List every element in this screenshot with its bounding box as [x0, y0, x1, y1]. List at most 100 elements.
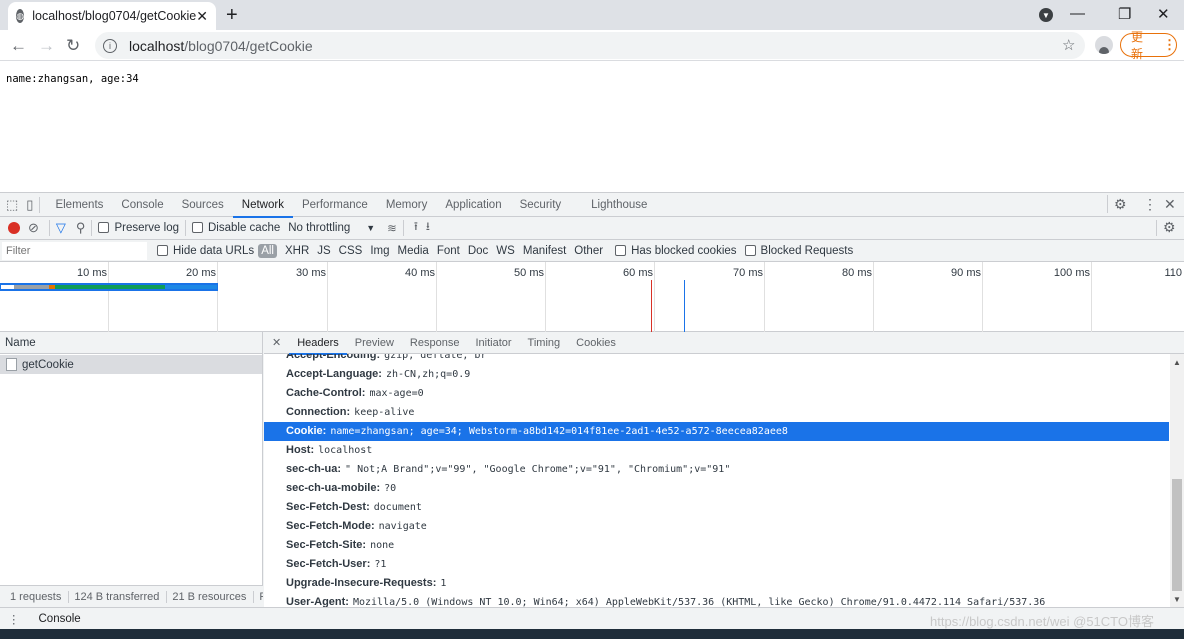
forward-icon[interactable]: → [38, 36, 55, 56]
drawer-tab-console[interactable]: Console [29, 607, 90, 632]
devtools-tab-network[interactable]: Network [232, 193, 294, 218]
record-icon[interactable] [8, 222, 20, 234]
reload-icon[interactable]: ↻ [66, 36, 80, 56]
header-value: name=zhangsan; age=34; Webstorm-a8bd142=… [330, 426, 788, 437]
import-har-icon[interactable]: ⭱ [414, 219, 418, 238]
devtools-tab-sources[interactable]: Sources [173, 193, 233, 217]
filter-type-ws[interactable]: WS [496, 245, 515, 257]
tick-label: 110 [1164, 267, 1182, 279]
media-control-icon[interactable]: ▼ [1039, 8, 1053, 22]
network-overview-timeline[interactable]: 10 ms 20 ms 30 ms 40 ms 50 ms 60 ms 70 m… [0, 262, 1184, 332]
more-options-icon[interactable]: ⋮ [1143, 196, 1157, 213]
hide-data-urls-checkbox[interactable]: Hide data URLs [157, 245, 254, 257]
tick-label: 70 ms [733, 267, 763, 279]
detail-tab-response[interactable]: Response [402, 332, 468, 354]
detail-tab-headers[interactable]: Headers [289, 332, 347, 355]
bookmark-star-icon[interactable]: ☆ [1062, 36, 1075, 54]
info-icon[interactable]: i [103, 38, 117, 53]
restore-button[interactable]: ❐ [1118, 5, 1131, 23]
devtools-tab-memory[interactable]: Memory [377, 193, 437, 217]
close-devtools-icon[interactable]: ✕ [1164, 196, 1176, 213]
header-row[interactable]: sec-ch-ua: " Not;A Brand";v="99", "Google… [264, 460, 1169, 479]
devtools-tab-application[interactable]: Application [436, 193, 510, 217]
filter-type-font[interactable]: Font [437, 245, 460, 257]
filter-type-doc[interactable]: Doc [468, 245, 488, 257]
headers-scrollbar[interactable]: ▲ ▼ [1170, 354, 1184, 607]
preserve-log-label: Preserve log [114, 222, 179, 234]
request-row[interactable]: getCookie [0, 355, 262, 374]
header-value: none [370, 540, 395, 551]
header-row[interactable]: Host: localhost [264, 441, 1169, 460]
network-summary-bar: 1 requests 124 B transferred 21 B resour… [0, 585, 263, 607]
filter-type-img[interactable]: Img [370, 245, 389, 257]
header-row[interactable]: Accept-Encoding: gzip, deflate, br [264, 354, 1169, 365]
filter-type-other[interactable]: Other [574, 245, 603, 257]
devtools-tab-elements[interactable]: Elements [46, 193, 112, 217]
devtools-tab-console[interactable]: Console [112, 193, 172, 217]
header-row[interactable]: Cookie: name=zhangsan; age=34; Webstorm-a… [264, 422, 1169, 441]
update-button[interactable]: 更新 ⋮ [1120, 30, 1177, 61]
close-window-button[interactable]: ✕ [1157, 5, 1170, 23]
detail-tab-preview[interactable]: Preview [347, 332, 402, 354]
devtools-tab-lighthouse[interactable]: Lighthouse [582, 193, 656, 217]
clear-icon[interactable]: ⊘ [28, 220, 39, 236]
minimize-button[interactable]: — [1070, 5, 1085, 22]
has-blocked-cookies-checkbox[interactable]: Has blocked cookies [615, 245, 737, 257]
load-event-marker [651, 280, 652, 332]
summary-resources: 21 B resources [167, 590, 255, 603]
filter-type-xhr[interactable]: XHR [285, 245, 309, 257]
address-bar[interactable]: i localhost/blog0704/getCookie [95, 32, 1085, 59]
new-tab-button[interactable]: + [226, 4, 238, 27]
close-tab-icon[interactable]: ✕ [196, 8, 208, 25]
inspect-element-icon[interactable]: ⬚ [6, 197, 18, 213]
settings-gear-icon[interactable]: ⚙ [1114, 196, 1127, 213]
name-column-header[interactable]: Name [0, 332, 262, 354]
tick-label: 20 ms [186, 267, 216, 279]
header-key: Sec-Fetch-Dest: [286, 501, 370, 513]
header-row[interactable]: Upgrade-Insecure-Requests: 1 [264, 574, 1169, 593]
device-toolbar-icon[interactable]: ▯ [26, 197, 33, 213]
header-row[interactable]: Sec-Fetch-Dest: document [264, 498, 1169, 517]
filter-input[interactable] [2, 241, 147, 260]
request-detail-panel: ✕ Headers Preview Response Initiator Tim… [264, 332, 1184, 607]
search-icon[interactable]: ⚲ [76, 220, 86, 236]
header-row[interactable]: Accept-Language: zh-CN,zh;q=0.9 [264, 365, 1169, 384]
detail-tab-timing[interactable]: Timing [520, 332, 569, 354]
detail-tab-initiator[interactable]: Initiator [467, 332, 519, 354]
network-conditions-icon[interactable]: ≋ [387, 221, 397, 235]
header-row[interactable]: sec-ch-ua-mobile: ?0 [264, 479, 1169, 498]
header-row[interactable]: Sec-Fetch-User: ?1 [264, 555, 1169, 574]
devtools-tab-security[interactable]: Security [511, 193, 571, 217]
header-key: Cookie: [286, 425, 327, 437]
filter-type-all[interactable]: All [258, 243, 277, 258]
devtools-tab-performance[interactable]: Performance [293, 193, 377, 217]
filter-type-manifest[interactable]: Manifest [523, 245, 566, 257]
filter-type-js[interactable]: JS [317, 245, 330, 257]
header-row[interactable]: User-Agent: Mozilla/5.0 (Windows NT 10.0;… [264, 593, 1169, 607]
filter-type-css[interactable]: CSS [339, 245, 363, 257]
network-settings-gear-icon[interactable]: ⚙ [1163, 219, 1176, 236]
header-key: Accept-Encoding: [286, 354, 381, 361]
header-row[interactable]: Sec-Fetch-Mode: navigate [264, 517, 1169, 536]
header-row[interactable]: Sec-Fetch-Site: none [264, 536, 1169, 555]
browser-tab[interactable]: ◍ localhost/blog0704/getCookie ✕ [8, 2, 216, 30]
export-har-icon[interactable]: ⭳ [426, 219, 430, 238]
scroll-up-icon[interactable]: ▲ [1173, 358, 1181, 367]
header-value: ?0 [384, 483, 397, 494]
header-row[interactable]: Cache-Control: max-age=0 [264, 384, 1169, 403]
divider [48, 220, 50, 236]
close-detail-icon[interactable]: ✕ [264, 336, 289, 349]
filter-type-media[interactable]: Media [398, 245, 429, 257]
drawer-menu-icon[interactable]: ⋮ [8, 612, 20, 626]
header-row[interactable]: Connection: keep-alive [264, 403, 1169, 422]
detail-tab-cookies[interactable]: Cookies [568, 332, 624, 354]
scrollbar-thumb[interactable] [1172, 479, 1182, 591]
throttling-select[interactable]: No throttling ▼ [288, 222, 375, 234]
profile-avatar-icon[interactable] [1095, 36, 1113, 54]
back-icon[interactable]: ← [10, 36, 27, 56]
blocked-requests-checkbox[interactable]: Blocked Requests [744, 245, 853, 257]
scroll-down-icon[interactable]: ▼ [1173, 595, 1181, 604]
filter-icon[interactable]: ▽ [56, 220, 66, 236]
preserve-log-checkbox[interactable]: Preserve log [98, 222, 179, 234]
disable-cache-checkbox[interactable]: Disable cache [192, 222, 280, 234]
